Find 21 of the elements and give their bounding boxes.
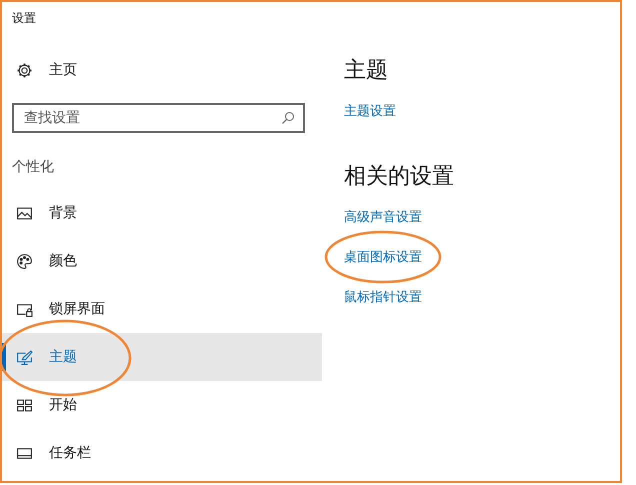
section-heading: 主题 — [344, 57, 389, 85]
settings-link[interactable]: 鼠标指针设置 — [344, 288, 422, 306]
nav-item[interactable]: 主题 — [2, 333, 322, 381]
window-title: 设置 — [12, 10, 37, 27]
nav-item[interactable]: 锁屏界面 — [2, 285, 322, 333]
search-field[interactable]: 查找设置 — [12, 103, 305, 133]
nav-item[interactable]: 任务栏 — [2, 429, 322, 477]
section-heading: 相关的设置 — [344, 163, 455, 191]
settings-icon — [16, 62, 33, 78]
picture-icon — [16, 204, 33, 222]
search-icon — [281, 111, 295, 125]
section-label: 个性化 — [12, 158, 55, 177]
monitor-brush-icon — [16, 348, 33, 366]
nav-item[interactable]: 颜色 — [2, 237, 322, 285]
grid-icon — [16, 396, 33, 414]
nav-item[interactable]: 背景 — [2, 189, 322, 237]
settings-link[interactable]: 高级声音设置 — [344, 208, 422, 226]
palette-icon — [16, 252, 33, 270]
home-link[interactable]: 主页 — [49, 61, 77, 79]
settings-link[interactable]: 主题设置 — [344, 102, 396, 120]
nav-item[interactable]: 开始 — [2, 381, 322, 429]
